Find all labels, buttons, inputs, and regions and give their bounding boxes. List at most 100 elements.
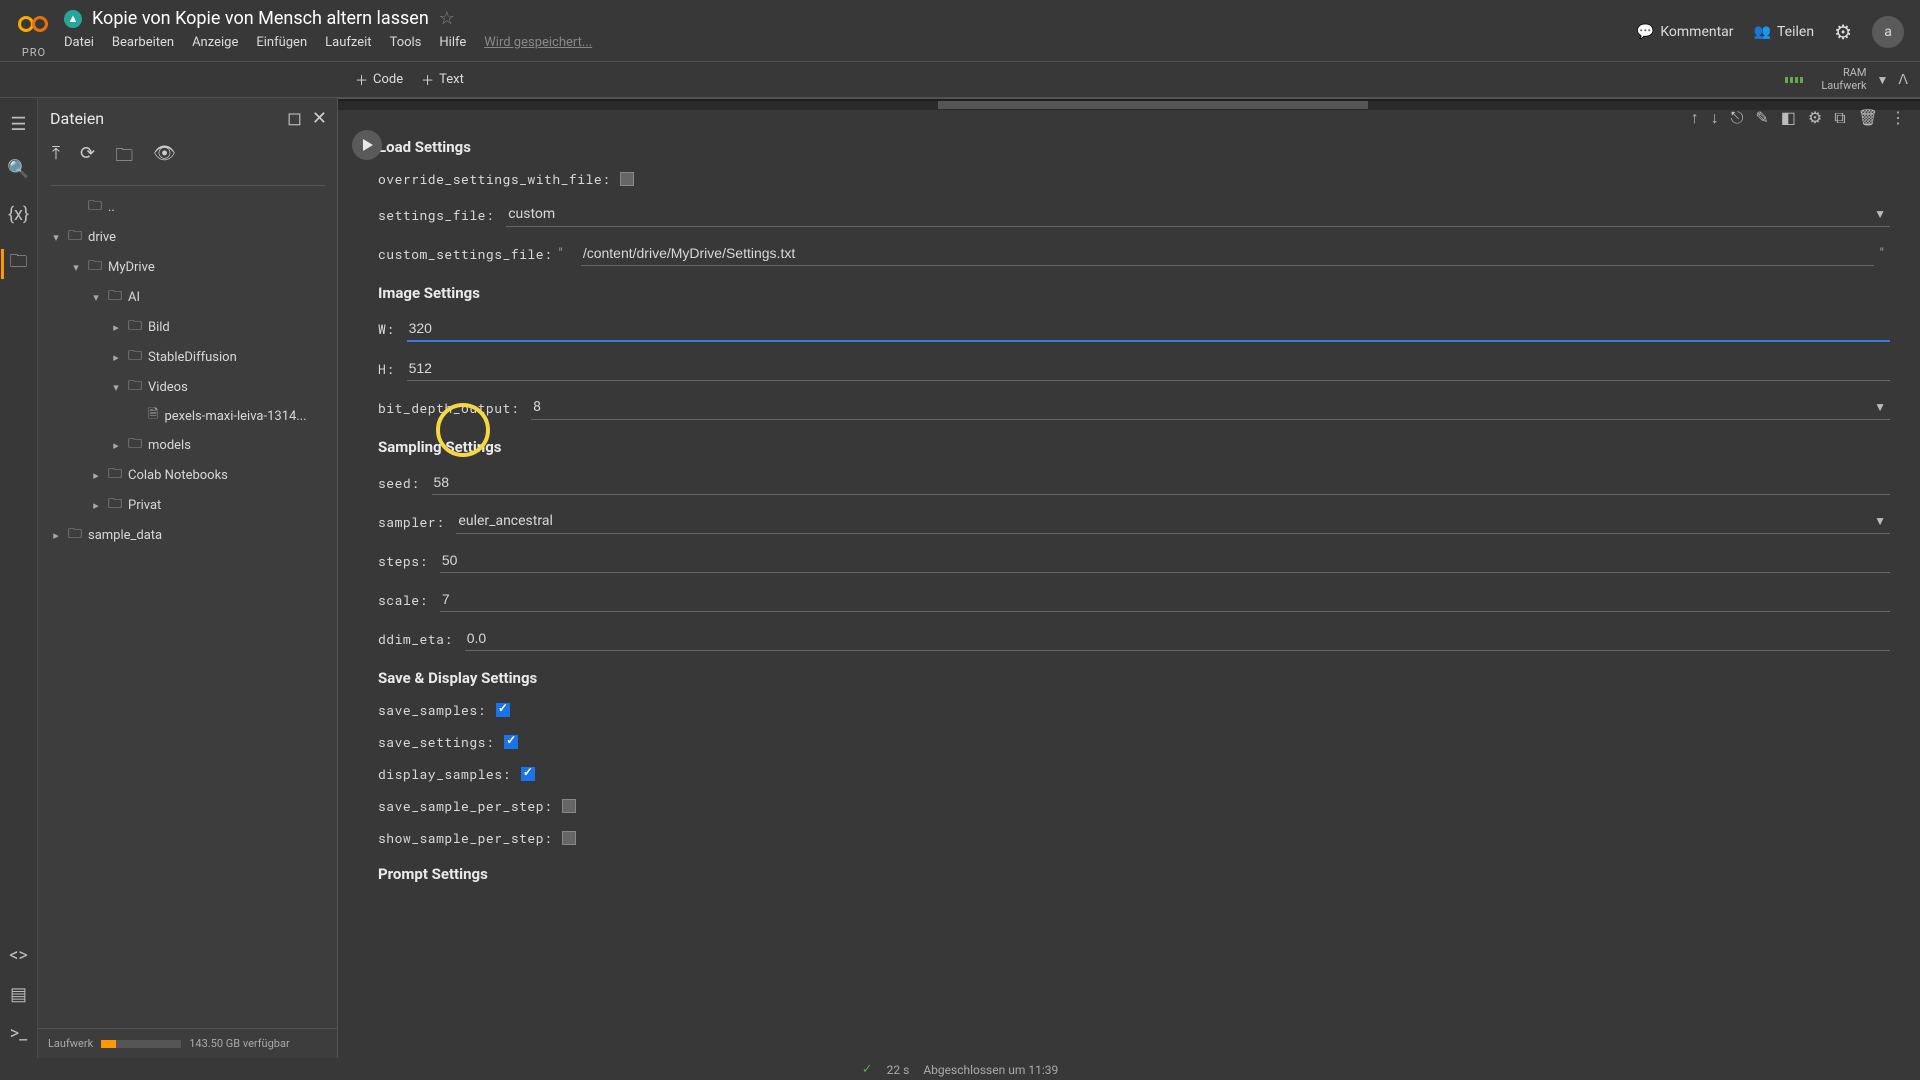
input-scale[interactable] [440,587,1890,612]
chevron-down-icon: ▼ [1874,207,1886,221]
checkbox-show-per-step[interactable] [562,831,576,845]
tree-privat[interactable]: ▸🗀Privat [38,490,337,520]
upload-icon[interactable]: ⤒ [52,143,60,173]
menu-einfuegen[interactable]: Einfügen [256,35,307,50]
select-settings-file[interactable]: custom ▼ [506,202,1890,227]
delete-icon[interactable]: 🗑 [1858,108,1878,128]
select-bit[interactable]: 8 ▼ [531,395,1890,420]
tree-videos[interactable]: ▾🗀Videos [38,372,337,402]
code-label: Code [373,72,403,87]
notebook-title[interactable]: Kopie von Kopie von Mensch altern lassen [92,8,429,29]
input-seed[interactable] [432,470,1890,495]
menu-anzeige[interactable]: Anzeige [192,35,238,50]
toolbar: ＋ Code ＋ Text RAM Laufwerk ▼ ᐱ [0,62,1920,98]
tree-sample[interactable]: ▸🗀sample_data [38,520,337,550]
avatar[interactable]: a [1872,16,1904,48]
tree-sd[interactable]: ▸🗀StableDiffusion [38,342,337,372]
command-palette-icon[interactable]: ▤ [10,984,27,1005]
gear-icon[interactable]: ⚙ [1834,20,1852,44]
content[interactable]: ↑ ↓ ⎋ ✎ ◧ ⚙ ⧉ 🗑 ⋮ Load Settings override… [338,98,1920,1058]
collapse-icon[interactable]: ᐱ [1898,72,1908,88]
input-w[interactable] [407,316,1890,342]
star-icon[interactable]: ☆ [439,8,455,29]
menu-hilfe[interactable]: Hilfe [439,35,466,50]
toc-icon[interactable]: ☰ [10,114,26,135]
tree-ai[interactable]: ▾🗀AI [38,282,337,312]
menu-datei[interactable]: Datei [64,35,94,50]
label-scale: scale: [378,591,428,609]
cell-tools: ↑ ↓ ⎋ ✎ ◧ ⚙ ⧉ 🗑 ⋮ [1691,108,1906,128]
tree-models[interactable]: ▸🗀models [38,430,337,460]
variables-icon[interactable]: {x} [8,204,29,225]
label-display-samples: display_samples: [378,765,511,783]
add-code-button[interactable]: ＋ Code [355,70,403,89]
add-text-button[interactable]: ＋ Text [421,70,464,89]
status-bar: ✓ 22 s Abgeschlossen um 11:39 [0,1058,1920,1080]
resource-indicator[interactable] [1785,77,1803,83]
ram-disk-block[interactable]: RAM Laufwerk [1821,67,1866,91]
input-steps[interactable] [440,548,1890,573]
move-down-icon[interactable]: ↓ [1711,108,1719,128]
checkbox-save-per-step[interactable] [562,799,576,813]
section-save: Save & Display Settings [378,669,1890,687]
row-save-settings: save_settings: [378,733,1890,751]
new-window-icon[interactable]: ◻ [287,108,302,129]
share-button[interactable]: 👥 Teilen [1754,24,1815,40]
value-settings-file: custom [506,202,1874,226]
checkbox-save-samples[interactable] [496,703,510,717]
copy-icon[interactable]: ⧉ [1834,108,1845,128]
file-tree: 🗀.. ▾🗀drive ▾🗀MyDrive ▾🗀AI ▸🗀Bild ▸🗀Stab… [38,192,337,1028]
comment-icon: 💬 [1637,24,1654,40]
more-icon[interactable]: ⋮ [1890,108,1906,128]
disk-label: Laufwerk [1821,80,1866,92]
notebook-icon: ▲ [64,10,82,28]
label-steps: steps: [378,552,428,570]
close-sidebar-icon[interactable]: ✕ [312,108,327,129]
row-custom-file: custom_settings_file: " " [378,241,1890,266]
sidebar: Dateien ◻ ✕ ⤒ ⟳ 🗀 👁 🗀.. ▾🗀drive ▾🗀MyDriv… [38,98,338,1058]
menu-tools[interactable]: Tools [390,35,422,50]
tree-bild[interactable]: ▸🗀Bild [38,312,337,342]
label-bit: bit_depth_output: [378,399,519,417]
code-snippet-icon[interactable]: <> [9,945,28,966]
input-ddim[interactable] [465,626,1890,651]
select-sampler[interactable]: euler_ancestral ▼ [456,509,1890,534]
status-time: 22 s [887,1063,910,1077]
mount-drive-icon[interactable]: 🗀 [115,143,133,173]
link-icon[interactable]: ⎋ [1731,108,1744,128]
disk-usage-bar [101,1040,181,1048]
row-settings-file: settings_file: custom ▼ [378,202,1890,227]
menu-laufzeit[interactable]: Laufzeit [325,35,371,50]
search-icon[interactable]: 🔍 [7,159,29,180]
tree-mydrive[interactable]: ▾🗀MyDrive [38,252,337,282]
settings-cell-icon[interactable]: ⚙ [1808,108,1822,128]
ram-label: RAM [1843,67,1867,79]
checkbox-save-settings[interactable] [504,735,518,749]
move-up-icon[interactable]: ↑ [1691,108,1699,128]
input-custom-file[interactable] [581,241,1874,266]
chevron-down-icon: ▼ [1874,514,1886,528]
colab-logo[interactable] [16,8,52,44]
files-icon[interactable]: 🗀 [1,249,28,279]
horizontal-scrollbar[interactable] [338,101,1920,109]
comment-button[interactable]: 💬 Kommentar [1637,24,1734,40]
tree-videofile[interactable]: 🗎pexels-maxi-leiva-1314... [38,402,337,430]
tree-colab[interactable]: ▸🗀Colab Notebooks [38,460,337,490]
sidebar-toolbar: ⤒ ⟳ 🗀 👁 [38,135,337,181]
mirror-icon[interactable]: ◧ [1781,108,1796,128]
title-area: ▲ Kopie von Kopie von Mensch altern lass… [64,8,1637,50]
checkbox-display-samples[interactable] [521,767,535,781]
hide-icon[interactable]: 👁 [153,143,176,173]
tree-parent[interactable]: 🗀.. [38,192,337,222]
checkbox-override[interactable] [620,172,634,186]
menu-bearbeiten[interactable]: Bearbeiten [112,35,174,50]
resource-dropdown-icon[interactable]: ▼ [1877,73,1889,87]
label-override: override_settings_with_file: [378,170,610,188]
terminal-icon[interactable]: >_ [10,1023,28,1044]
run-button[interactable] [352,130,382,160]
refresh-icon[interactable]: ⟳ [80,143,95,173]
edit-icon[interactable]: ✎ [1755,108,1768,128]
input-h[interactable] [407,356,1890,381]
tree-drive[interactable]: ▾🗀drive [38,222,337,252]
label-save-samples: save_samples: [378,701,486,719]
